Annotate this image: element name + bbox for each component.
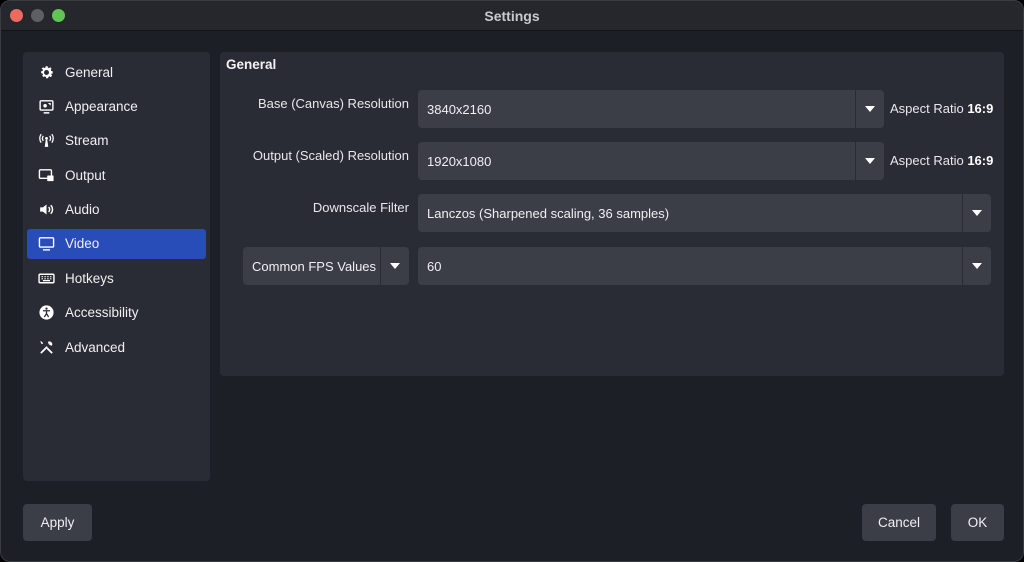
sidebar-item-label: Advanced xyxy=(65,339,126,355)
sidebar-item-video[interactable]: Video xyxy=(27,228,206,259)
monitor-icon xyxy=(37,235,55,253)
output-resolution-combobox[interactable]: 1920x1080 xyxy=(418,142,884,180)
fps-type-value: Common FPS Values xyxy=(252,258,377,274)
chevron-down-icon[interactable] xyxy=(855,90,884,128)
chevron-down-icon[interactable] xyxy=(855,142,884,180)
sidebar-item-stream[interactable]: Stream xyxy=(27,126,206,156)
base-resolution-combobox[interactable]: 3840x2160 xyxy=(418,90,884,128)
appearance-icon xyxy=(37,97,55,115)
base-resolution-label: Base (Canvas) Resolution xyxy=(257,96,409,111)
output-icon xyxy=(37,166,55,184)
sidebar-item-label: Stream xyxy=(65,133,109,149)
cancel-button[interactable]: Cancel xyxy=(862,504,936,541)
sidebar-item-advanced[interactable]: Advanced xyxy=(27,332,206,362)
sidebar-item-label: Accessibility xyxy=(65,305,139,321)
accessibility-icon xyxy=(37,304,55,322)
aspect-ratio-label: Aspect Ratio xyxy=(890,101,964,116)
video-settings-panel: General Base (Canvas) Resolution 3840x21… xyxy=(220,52,1004,376)
aspect-ratio-label: Aspect Ratio xyxy=(890,153,964,168)
speaker-icon xyxy=(37,201,55,219)
gear-icon xyxy=(37,63,55,81)
titlebar: Settings xyxy=(1,1,1023,31)
fps-type-combobox[interactable]: Common FPS Values xyxy=(243,247,409,285)
aspect-ratio-value: 16:9 xyxy=(967,153,994,168)
aspect-ratio-value: 16:9 xyxy=(967,101,994,116)
sidebar-item-label: Audio xyxy=(65,202,100,218)
chevron-down-icon[interactable] xyxy=(380,247,409,285)
sidebar-item-appearance[interactable]: Appearance xyxy=(27,91,206,121)
sidebar-item-label: Hotkeys xyxy=(65,270,114,286)
sidebar-item-accessibility[interactable]: Accessibility xyxy=(27,298,206,328)
window-title: Settings xyxy=(484,8,540,24)
settings-sidebar: General Appearance Stream Output Audio V… xyxy=(23,52,210,481)
downscale-filter-combobox[interactable]: Lanczos (Sharpened scaling, 36 samples) xyxy=(418,194,991,232)
tools-icon xyxy=(37,338,55,356)
settings-window: Settings General Appearance Stream Outpu… xyxy=(0,0,1024,562)
downscale-filter-label: Downscale Filter xyxy=(312,200,409,215)
chevron-down-icon[interactable] xyxy=(962,194,991,232)
sidebar-item-label: Output xyxy=(65,167,106,183)
sidebar-item-label: Video xyxy=(65,236,100,252)
base-aspect-ratio: Aspect Ratio 16:9 xyxy=(890,101,993,116)
sidebar-item-output[interactable]: Output xyxy=(27,160,206,190)
ok-button[interactable]: OK xyxy=(951,504,1004,541)
sidebar-item-hotkeys[interactable]: Hotkeys xyxy=(27,263,206,293)
apply-button[interactable]: Apply xyxy=(23,504,92,541)
antenna-icon xyxy=(37,132,55,150)
sidebar-item-label: Appearance xyxy=(65,98,138,114)
sidebar-item-general[interactable]: General xyxy=(27,57,206,87)
chevron-down-icon[interactable] xyxy=(962,247,991,285)
sidebar-item-label: General xyxy=(65,64,114,80)
output-resolution-value: 1920x1080 xyxy=(427,153,492,169)
downscale-filter-value: Lanczos (Sharpened scaling, 36 samples) xyxy=(427,205,670,221)
keyboard-icon xyxy=(37,269,55,287)
output-aspect-ratio: Aspect Ratio 16:9 xyxy=(890,153,993,168)
fps-value-combobox[interactable]: 60 xyxy=(418,247,991,285)
output-resolution-label: Output (Scaled) Resolution xyxy=(252,148,409,163)
base-resolution-value: 3840x2160 xyxy=(427,101,492,117)
fps-value: 60 xyxy=(427,258,442,274)
sidebar-item-audio[interactable]: Audio xyxy=(27,195,206,225)
section-title: General xyxy=(226,57,277,72)
